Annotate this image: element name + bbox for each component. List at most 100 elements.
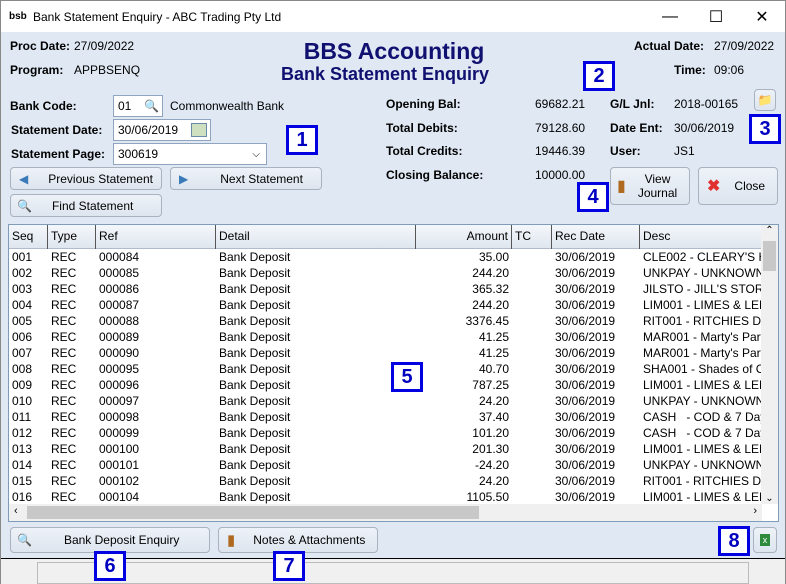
cell-tc: [512, 409, 552, 425]
total-debits-value: 79128.60: [535, 121, 586, 135]
cell-amount: 201.30: [472, 442, 509, 456]
maximize-button[interactable]: ☐: [693, 1, 739, 32]
horizontal-scrollbar[interactable]: ‹ ›: [9, 504, 762, 521]
bank-deposit-enquiry-label: Bank Deposit Enquiry: [63, 533, 180, 547]
cell-desc: LIM001 - LIMES & LEM: [643, 378, 762, 392]
cell-ref: 000095: [99, 362, 140, 376]
column-header-amount[interactable]: Amount: [416, 225, 512, 249]
minimize-button[interactable]: —: [647, 1, 693, 32]
column-header-tc[interactable]: TC: [512, 225, 552, 249]
table-header: Seq Type Ref Detail Amount TC Rec Date Desc: [9, 225, 762, 249]
column-header-rec-date[interactable]: Rec Date: [552, 225, 640, 249]
scroll-down-icon[interactable]: ⌄: [761, 493, 778, 504]
find-statement-button[interactable]: 🔍 Find Statement: [10, 194, 162, 217]
cell-rec-date: 30/06/2019: [555, 266, 616, 280]
scroll-thumb-horizontal[interactable]: [27, 506, 479, 519]
add-folder-button[interactable]: 📁: [754, 89, 776, 111]
cell-type: REC: [51, 458, 77, 472]
next-statement-button[interactable]: ▶ Next Statement: [170, 167, 322, 190]
column-header-detail[interactable]: Detail: [216, 225, 416, 249]
table-row[interactable]: 008 REC 000095 Bank Deposit 40.70 30/06/2019 S…: [9, 361, 762, 377]
column-header-desc[interactable]: Desc: [640, 225, 762, 249]
previous-statement-button[interactable]: ◀ Previous Statement: [10, 167, 162, 190]
table-row[interactable]: 011 REC 000098 Bank Deposit 37.40 30/06/2019 C…: [9, 409, 762, 425]
program-value: APPBSENQ: [74, 63, 141, 77]
vertical-scrollbar[interactable]: ⌃ ⌄: [761, 225, 778, 504]
callout-badge-2: 2: [583, 61, 615, 91]
cell-rec-date: 30/06/2019: [555, 282, 616, 296]
cell-rec-date: 30/06/2019: [555, 362, 616, 376]
cell-desc: MAR001 - Marty's Part: [643, 346, 762, 360]
cell-rec-date: 30/06/2019: [555, 378, 616, 392]
table-row[interactable]: 002 REC 000085 Bank Deposit 244.20 30/06/2019…: [9, 265, 762, 281]
close-window-button[interactable]: ✕: [739, 1, 785, 32]
cell-type: REC: [51, 330, 77, 344]
cell-seq: 001: [12, 250, 33, 264]
table-row[interactable]: 009 REC 000096 Bank Deposit 787.25 30/06/2019…: [9, 377, 762, 393]
column-header-ref[interactable]: Ref: [96, 225, 216, 249]
cell-rec-date: 30/06/2019: [555, 250, 616, 264]
bank-statement-enquiry-window: bsb Bank Statement Enquiry - ABC Trading…: [0, 0, 786, 584]
scroll-up-icon[interactable]: ⌃: [761, 225, 778, 241]
view-journal-label-2: Journal: [637, 186, 678, 200]
cell-amount: 244.20: [472, 266, 509, 280]
export-excel-button[interactable]: x: [753, 527, 777, 553]
statement-date-field[interactable]: 30/06/2019: [113, 119, 211, 141]
cell-seq: 016: [12, 490, 33, 504]
cell-desc: SHA001 - Shades of C: [643, 362, 762, 376]
cell-tc: [512, 329, 552, 345]
column-header-type[interactable]: Type: [48, 225, 96, 249]
cell-type: REC: [51, 250, 77, 264]
notes-attachments-button[interactable]: ▮ Notes & Attachments: [218, 527, 378, 553]
table-row[interactable]: 010 REC 000097 Bank Deposit 24.20 30/06/2019 U…: [9, 393, 762, 409]
cell-rec-date: 30/06/2019: [555, 394, 616, 408]
cell-seq: 014: [12, 458, 33, 472]
cell-amount: 41.25: [478, 346, 509, 360]
table-row[interactable]: 003 REC 000086 Bank Deposit 365.32 30/06/2019…: [9, 281, 762, 297]
bank-deposit-enquiry-button[interactable]: 🔍 Bank Deposit Enquiry: [10, 527, 210, 553]
cell-ref: 000104: [99, 490, 140, 504]
table-row[interactable]: 014 REC 000101 Bank Deposit -24.20 30/06/2019…: [9, 457, 762, 473]
table-row[interactable]: 012 REC 000099 Bank Deposit 101.20 30/06/2019…: [9, 425, 762, 441]
search-icon[interactable]: 🔍: [144, 99, 159, 113]
table-row[interactable]: 016 REC 000104 Bank Deposit 1105.50 30/06/201…: [9, 489, 762, 505]
view-journal-button[interactable]: ▮ View Journal: [610, 167, 690, 205]
cell-amount: 40.70: [478, 362, 509, 376]
cell-type: REC: [51, 426, 77, 440]
table-row[interactable]: 005 REC 000088 Bank Deposit 3376.45 30/06/201…: [9, 313, 762, 329]
cell-ref: 000084: [99, 250, 140, 264]
table-row[interactable]: 007 REC 000090 Bank Deposit 41.25 30/06/2019 M…: [9, 345, 762, 361]
scroll-right-icon[interactable]: ›: [753, 505, 757, 517]
cell-rec-date: 30/06/2019: [555, 458, 616, 472]
cell-desc: CASH - COD & 7 Day: [643, 426, 762, 440]
statement-date-label: Statement Date:: [11, 123, 103, 137]
bank-code-field[interactable]: 01 🔍: [113, 95, 163, 117]
cell-type: REC: [51, 266, 77, 280]
journal-icon: ▮: [617, 178, 626, 195]
cell-seq: 003: [12, 282, 33, 296]
table-row[interactable]: 006 REC 000089 Bank Deposit 41.25 30/06/2019 M…: [9, 329, 762, 345]
cell-ref: 000100: [99, 442, 140, 456]
close-button[interactable]: ✖ Close: [698, 167, 778, 205]
table-row[interactable]: 004 REC 000087 Bank Deposit 244.20 30/06/2019…: [9, 297, 762, 313]
table-row[interactable]: 015 REC 000102 Bank Deposit 24.20 30/06/2019 R…: [9, 473, 762, 489]
cell-seq: 008: [12, 362, 33, 376]
calendar-icon[interactable]: [191, 123, 207, 137]
table-row[interactable]: 013 REC 000100 Bank Deposit 201.30 30/06/2019…: [9, 441, 762, 457]
search-icon: 🔍: [17, 533, 32, 547]
cell-detail: Bank Deposit: [219, 490, 291, 504]
cell-ref: 000088: [99, 314, 140, 328]
cell-type: REC: [51, 282, 77, 296]
status-panel: [37, 562, 749, 584]
cell-tc: [512, 377, 552, 393]
cell-detail: Bank Deposit: [219, 314, 291, 328]
callout-badge-8: 8: [718, 526, 750, 556]
scroll-left-icon[interactable]: ‹: [14, 505, 18, 517]
close-x-icon: ✖: [707, 178, 721, 195]
statement-page-label: Statement Page:: [11, 147, 106, 161]
time-label: Time:: [674, 63, 706, 77]
statement-page-select[interactable]: 300619 ⌵: [113, 143, 267, 165]
column-header-seq[interactable]: Seq: [9, 225, 48, 249]
table-row[interactable]: 001 REC 000084 Bank Deposit 35.00 30/06/2019 C…: [9, 249, 762, 265]
scroll-thumb[interactable]: [763, 241, 776, 271]
